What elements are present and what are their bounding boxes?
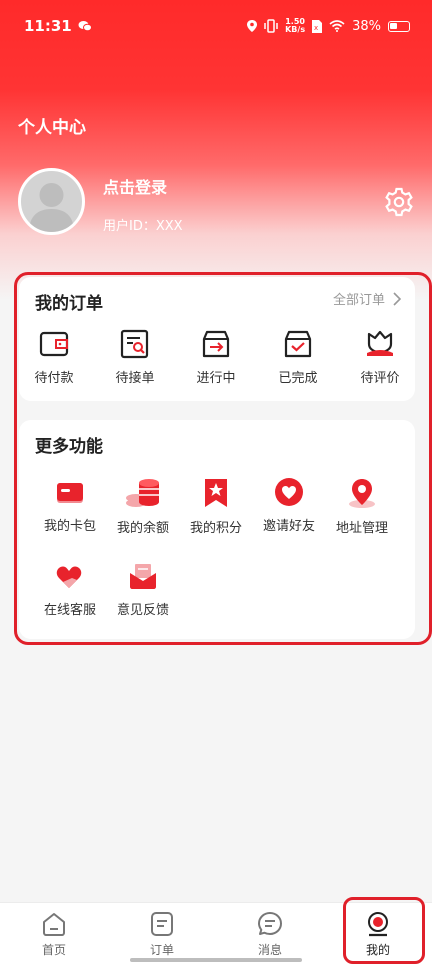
- bottom-tab-bar: 首页 订单 消息 我的: [0, 902, 432, 964]
- function-balance[interactable]: 我的余额: [107, 477, 179, 536]
- more-functions-card: 更多功能 我的卡包 我的余额 我的积分 邀请好友 地址管理 在线客服 意见反馈: [19, 420, 415, 639]
- vibrate-icon: [264, 19, 278, 33]
- home-icon: [43, 913, 65, 936]
- orders-title: 我的订单: [35, 294, 103, 314]
- chevron-right-icon: [393, 291, 401, 306]
- svg-text:x: x: [314, 24, 318, 32]
- function-address-management[interactable]: 地址管理: [326, 477, 398, 536]
- wechat-notification-icon: [78, 21, 92, 32]
- default-avatar-icon: [29, 183, 74, 232]
- all-orders-link[interactable]: 全部订单: [333, 289, 401, 308]
- flower-icon: [367, 330, 393, 356]
- more-functions-title: 更多功能: [35, 437, 103, 457]
- function-online-service[interactable]: 在线客服: [34, 561, 106, 618]
- page-title: 个人中心: [18, 118, 86, 138]
- order-search-icon: [120, 329, 149, 359]
- login-button[interactable]: 点击登录: [103, 174, 167, 198]
- tab-home[interactable]: 首页: [24, 911, 84, 958]
- function-invite-friends[interactable]: 邀请好友: [253, 477, 325, 534]
- location-pin-icon: [349, 479, 375, 508]
- function-points[interactable]: 我的积分: [180, 477, 252, 536]
- tab-profile[interactable]: 我的: [348, 911, 408, 958]
- sim-icon: x: [312, 19, 323, 33]
- box-check-icon: [284, 330, 312, 358]
- wallet-icon: [39, 331, 69, 357]
- status-bar: 11:31 1.50 KB/s x 38%: [0, 0, 432, 52]
- avatar[interactable]: [18, 168, 85, 235]
- wifi-icon: [329, 20, 345, 32]
- order-pending-payment[interactable]: 待付款: [19, 329, 89, 386]
- heart-icon: [275, 478, 303, 506]
- coins-icon: [126, 479, 159, 507]
- order-in-progress[interactable]: 进行中: [181, 329, 251, 386]
- user-id: 用户ID：XXX: [103, 219, 183, 234]
- tab-messages[interactable]: 消息: [240, 911, 300, 958]
- home-indicator[interactable]: [130, 958, 302, 962]
- order-icon: [151, 912, 173, 936]
- net-speed: 1.50 KB/s: [285, 17, 306, 34]
- profile-icon: [368, 912, 388, 937]
- battery-icon: [388, 20, 410, 32]
- message-icon: [258, 912, 282, 935]
- gear-icon[interactable]: [383, 186, 415, 218]
- mail-icon: [130, 564, 156, 589]
- status-time: 11:31: [24, 17, 72, 35]
- heart-hand-icon: [56, 566, 82, 588]
- card-icon: [57, 483, 83, 503]
- orders-card: 我的订单 全部订单 待付款 待接单 进行中 已完成 待评价: [19, 277, 415, 401]
- order-completed[interactable]: 已完成: [263, 329, 333, 386]
- battery-percent: 38%: [352, 18, 381, 34]
- location-icon: [247, 20, 258, 32]
- star-flag-icon: [205, 479, 227, 507]
- order-pending-accept[interactable]: 待接单: [100, 329, 170, 386]
- function-card-wallet[interactable]: 我的卡包: [34, 477, 106, 534]
- function-feedback[interactable]: 意见反馈: [107, 561, 179, 618]
- order-pending-review[interactable]: 待评价: [345, 329, 415, 386]
- tab-orders[interactable]: 订单: [132, 911, 192, 958]
- box-arrow-icon: [202, 330, 230, 358]
